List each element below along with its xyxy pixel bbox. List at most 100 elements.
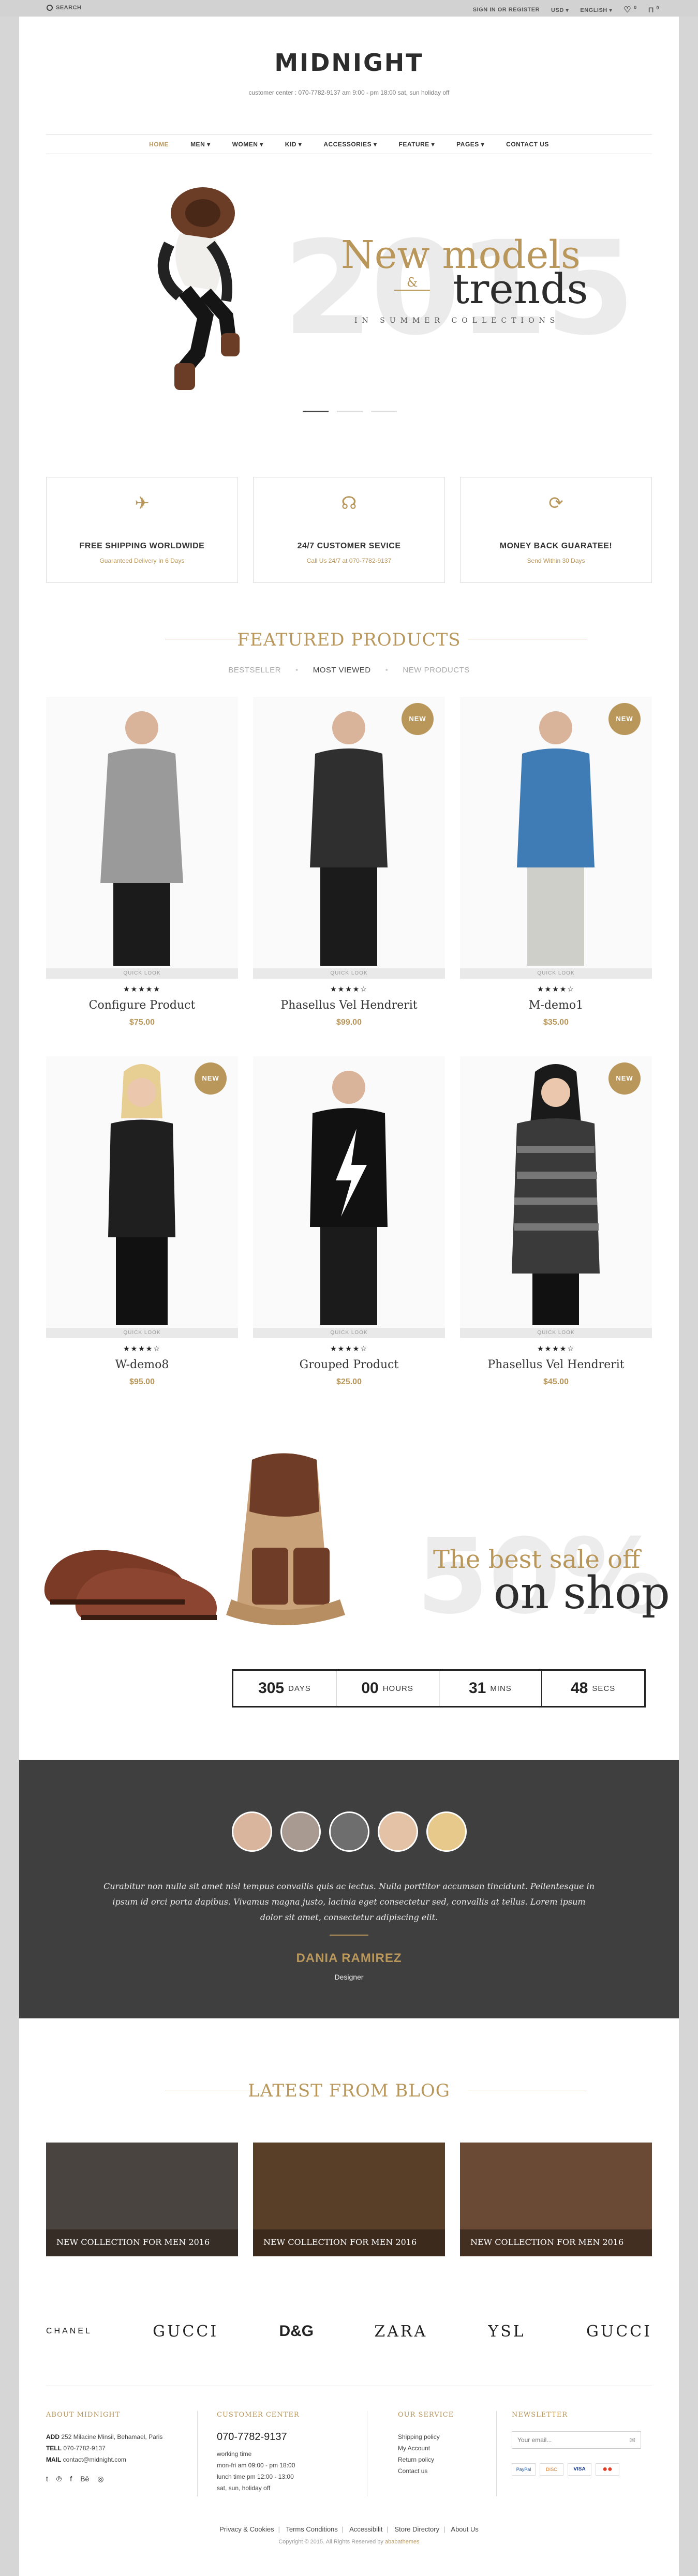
- product-image[interactable]: NEW: [460, 1056, 652, 1328]
- product-card[interactable]: NEW QUICK LOOK ★★★★☆ W-demo8 $95.00: [46, 1056, 238, 1387]
- link-store-directory[interactable]: Store Directory: [394, 2525, 439, 2533]
- nav-feature[interactable]: FEATURE ▾: [399, 141, 435, 148]
- feature-box-service: ☊ 24/7 CUSTOMER SEVICE Call Us 24/7 at 0…: [253, 477, 445, 583]
- product-image[interactable]: NEW: [460, 697, 652, 968]
- product-card[interactable]: QUICK LOOK ★★★★☆ Grouped Product $25.00: [253, 1056, 445, 1387]
- brand-logo-gucci[interactable]: GUCCI: [153, 2323, 218, 2341]
- featured-heading: FEATURED PRODUCTS: [19, 630, 679, 650]
- brand-logo-gucci-2[interactable]: GUCCI: [586, 2323, 652, 2341]
- blog-post[interactable]: NEW COLLECTION FOR MEN 2016: [253, 2143, 445, 2256]
- avatar[interactable]: [329, 1811, 369, 1852]
- link-about[interactable]: About Us: [451, 2525, 478, 2533]
- nav-women[interactable]: WOMEN ▾: [232, 141, 263, 148]
- lunch-hours: lunch time pm 12:00 - 13:00: [217, 2473, 294, 2480]
- product-card[interactable]: NEW QUICK LOOK ★★★★☆ Phasellus Vel Hendr…: [460, 1056, 652, 1387]
- product-card[interactable]: NEW QUICK LOOK ★★★★☆ Phasellus Vel Hendr…: [253, 697, 445, 1027]
- slider-dot[interactable]: [337, 411, 363, 412]
- blog-post-title[interactable]: NEW COLLECTION FOR MEN 2016: [460, 2229, 652, 2256]
- avatar[interactable]: [377, 1811, 418, 1852]
- language-select[interactable]: ENGLISH ▾: [580, 7, 612, 13]
- countdown-hours: 00 HOURS: [336, 1671, 439, 1706]
- dribbble-icon[interactable]: ◎: [97, 2475, 103, 2483]
- footer-link-return[interactable]: Return policy: [398, 2454, 454, 2465]
- blog-post[interactable]: NEW COLLECTION FOR MEN 2016: [46, 2143, 238, 2256]
- product-name[interactable]: M-demo1: [460, 999, 652, 1012]
- quick-look-button[interactable]: QUICK LOOK: [460, 1328, 652, 1338]
- quick-look-button[interactable]: QUICK LOOK: [46, 1328, 238, 1338]
- signin-link[interactable]: SIGN IN OR REGISTER: [473, 7, 540, 13]
- sale-banner[interactable]: 50% The best sale off on shop 305 DAYS 00…: [19, 1444, 679, 1734]
- rating-stars: ★★★★☆: [537, 1344, 575, 1353]
- link-terms[interactable]: Terms Conditions: [286, 2525, 337, 2533]
- nav-pages[interactable]: PAGES ▾: [456, 141, 484, 148]
- social-icons: t ℗ f Bē ◎: [46, 2475, 162, 2483]
- brand-logo-zara[interactable]: ZARA: [374, 2323, 427, 2341]
- nav-accessories[interactable]: ACCESSORIES ▾: [323, 141, 377, 148]
- blog-post[interactable]: NEW COLLECTION FOR MEN 2016: [460, 2143, 652, 2256]
- blog-post-title[interactable]: NEW COLLECTION FOR MEN 2016: [253, 2229, 445, 2256]
- product-name[interactable]: W-demo8: [46, 1358, 238, 1371]
- copyright-brand-link[interactable]: ababathemes: [385, 2539, 420, 2545]
- facebook-icon[interactable]: f: [70, 2475, 72, 2483]
- feature-box-money-back: ⟳ MONEY BACK GUARATEE! Send Within 30 Da…: [460, 477, 652, 583]
- link-accessibility[interactable]: Accessibilit: [349, 2525, 382, 2533]
- slider-dot[interactable]: [303, 411, 329, 412]
- product-image[interactable]: [46, 697, 238, 968]
- footer-link-contact[interactable]: Contact us: [398, 2465, 454, 2477]
- quick-look-button[interactable]: QUICK LOOK: [253, 1328, 445, 1338]
- brand-logo-ysl[interactable]: YSL: [488, 2323, 525, 2341]
- brand-logo-dg[interactable]: D&G: [279, 2323, 314, 2340]
- feature-title: MONEY BACK GUARATEE!: [499, 542, 613, 550]
- countdown-days: 305 DAYS: [233, 1671, 336, 1706]
- brand-logo-chanel[interactable]: CHANEL: [46, 2327, 92, 2336]
- newsletter-email-input[interactable]: [512, 2432, 616, 2448]
- sale-products-image: [44, 1453, 345, 1625]
- product-name[interactable]: Configure Product: [46, 999, 238, 1012]
- site-logo[interactable]: MIDNIGHT: [19, 49, 679, 77]
- footer-link-account[interactable]: My Account: [398, 2443, 454, 2454]
- product-name[interactable]: Phasellus Vel Hendrerit: [460, 1358, 652, 1371]
- slider-dot[interactable]: [371, 411, 397, 412]
- email-link[interactable]: contact@midnight.com: [63, 2456, 126, 2463]
- tab-bestseller[interactable]: BESTSELLER: [228, 666, 281, 675]
- feature-box-shipping: ✈ FREE SHIPPING WORLDWIDE Guaranteed Del…: [46, 477, 238, 583]
- product-card[interactable]: QUICK LOOK ★★★★★ Configure Product $75.0…: [46, 697, 238, 1027]
- pinterest-icon[interactable]: ℗: [56, 2475, 62, 2483]
- cart-button[interactable]: ⊓ 0: [648, 5, 659, 14]
- tab-most-viewed[interactable]: MOST VIEWED: [313, 666, 371, 675]
- product-image[interactable]: NEW: [46, 1056, 238, 1328]
- customer-phone: 070-7782-9137: [217, 2431, 287, 2443]
- testimonial-divider: [330, 1935, 368, 1936]
- quick-look-button[interactable]: QUICK LOOK: [253, 968, 445, 979]
- currency-select[interactable]: USD ▾: [551, 7, 569, 13]
- hero-ampersand: &: [394, 275, 430, 291]
- hero-slider[interactable]: 2015 New models & trends IN SUMMER COLLE…: [19, 172, 679, 451]
- twitter-icon[interactable]: t: [46, 2475, 48, 2483]
- feature-subtitle: Call Us 24/7 at 070-7782-9137: [306, 557, 392, 564]
- product-name[interactable]: Grouped Product: [253, 1358, 445, 1371]
- footer-link-shipping[interactable]: Shipping policy: [398, 2431, 454, 2443]
- avatar[interactable]: [426, 1811, 467, 1852]
- quick-look-button[interactable]: QUICK LOOK: [46, 968, 238, 979]
- nav-contact[interactable]: CONTACT US: [506, 141, 549, 148]
- product-image[interactable]: NEW: [253, 697, 445, 968]
- avatar[interactable]: [231, 1811, 272, 1852]
- product-card[interactable]: NEW QUICK LOOK ★★★★☆ M-demo1 $35.00: [460, 697, 652, 1027]
- behance-icon[interactable]: Bē: [80, 2475, 89, 2483]
- holiday-note: sat, sun, holiday off: [217, 2484, 271, 2492]
- quick-look-button[interactable]: QUICK LOOK: [460, 968, 652, 979]
- nav-kid[interactable]: KID ▾: [285, 141, 302, 148]
- link-privacy[interactable]: Privacy & Cookies: [219, 2525, 274, 2533]
- product-name[interactable]: Phasellus Vel Hendrerit: [253, 999, 445, 1012]
- testimonial-avatars: [19, 1811, 679, 1852]
- main-nav: HOME MEN ▾ WOMEN ▾ KID ▾ ACCESSORIES ▾ F…: [46, 134, 652, 154]
- tab-new-products[interactable]: NEW PRODUCTS: [403, 666, 469, 675]
- wishlist-button[interactable]: ♡ 0: [623, 5, 636, 15]
- search-toggle[interactable]: SEARCH: [47, 5, 81, 11]
- nav-home[interactable]: HOME: [149, 141, 169, 148]
- nav-men[interactable]: MEN ▾: [190, 141, 211, 148]
- blog-post-title[interactable]: NEW COLLECTION FOR MEN 2016: [46, 2229, 238, 2256]
- avatar[interactable]: [280, 1811, 321, 1852]
- mail-icon[interactable]: ✉: [629, 2436, 635, 2445]
- product-image[interactable]: [253, 1056, 445, 1328]
